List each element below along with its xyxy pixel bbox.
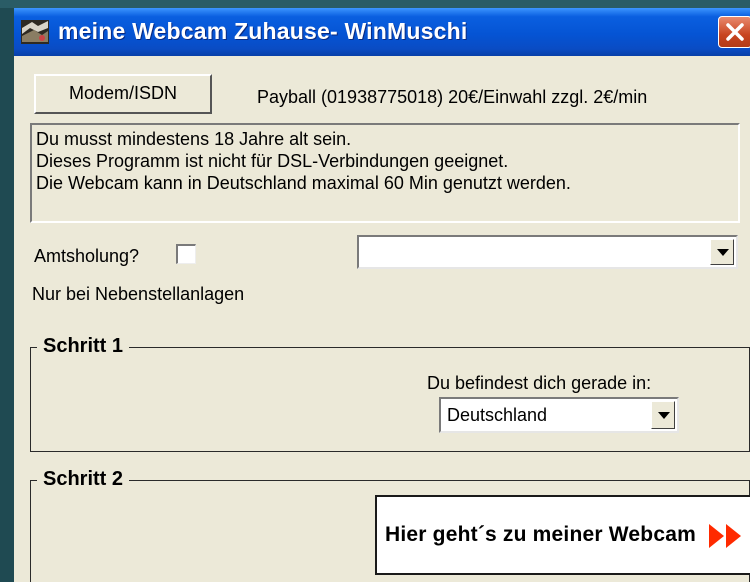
dial-prefix-dropdown-button[interactable] bbox=[710, 239, 734, 265]
country-dropdown-button[interactable] bbox=[651, 401, 675, 429]
open-webcam-button[interactable]: Hier geht´s zu meiner Webcam bbox=[375, 495, 750, 575]
info-line: Du musst mindestens 18 Jahre alt sein. bbox=[36, 129, 352, 149]
title-bar[interactable]: meine Webcam Zuhause- WinMuschi bbox=[14, 8, 750, 56]
window-title: meine Webcam Zuhause- WinMuschi bbox=[58, 18, 468, 44]
step1-legend: Schritt 1 bbox=[37, 334, 130, 358]
amtsholung-checkbox[interactable] bbox=[176, 244, 196, 264]
modem-isdn-button[interactable]: Modem/ISDN bbox=[34, 74, 212, 114]
tariff-text: Payball (01938775018) 20€/Einwahl zzgl. … bbox=[257, 87, 648, 107]
info-textbox: Du musst mindestens 18 Jahre alt sein. D… bbox=[30, 123, 740, 223]
dial-prefix-select[interactable] bbox=[357, 235, 738, 269]
app-window: meine Webcam Zuhause- WinMuschi Modem/IS… bbox=[14, 8, 750, 582]
open-webcam-label: Hier geht´s zu meiner Webcam bbox=[385, 523, 696, 546]
step2-legend: Schritt 2 bbox=[37, 467, 130, 491]
country-select[interactable]: Deutschland bbox=[439, 397, 679, 433]
country-value: Deutschland bbox=[447, 405, 548, 425]
info-line: Die Webcam kann in Deutschland maximal 6… bbox=[36, 173, 571, 193]
info-line: Dieses Programm ist nicht für DSL-Verbin… bbox=[36, 151, 509, 171]
close-button[interactable] bbox=[718, 16, 750, 48]
desktop-background bbox=[0, 0, 750, 8]
amtsholung-label: Amtsholung? bbox=[34, 246, 140, 266]
app-icon bbox=[20, 18, 50, 46]
nebenstellen-hint: Nur bei Nebenstellanlagen bbox=[32, 284, 245, 304]
location-prompt: Du befindest dich gerade in: bbox=[427, 373, 652, 393]
